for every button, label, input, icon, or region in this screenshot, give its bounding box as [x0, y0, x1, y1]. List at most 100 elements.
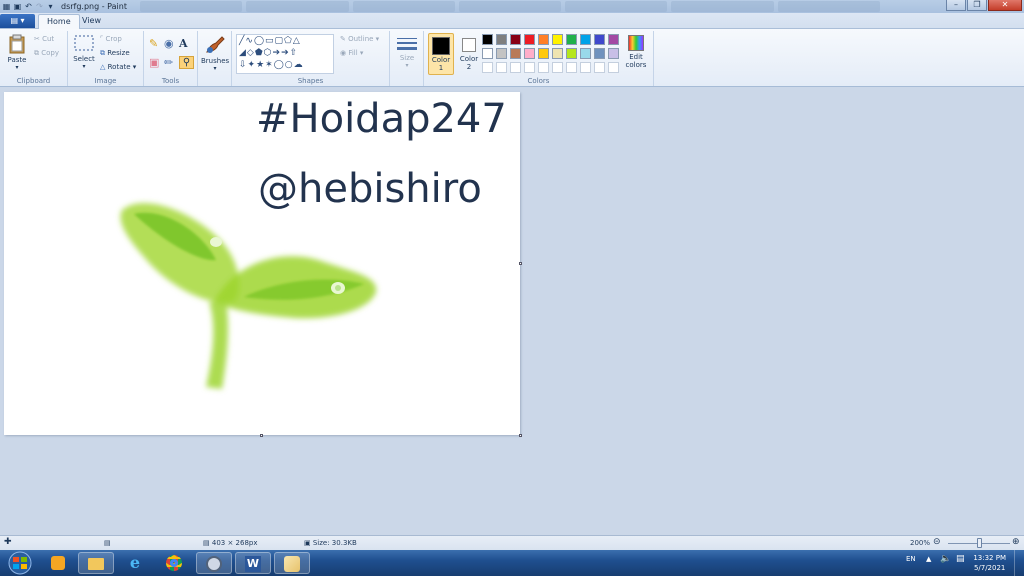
palette-swatch[interactable] — [580, 48, 591, 59]
canvas-workspace[interactable]: #Hoidap247 @hebishiro — [0, 87, 1024, 535]
taskbar-app-globe[interactable] — [196, 552, 232, 574]
color1-button[interactable]: Color 1 — [428, 33, 454, 75]
color1-swatch — [432, 37, 450, 55]
palette-swatch[interactable] — [482, 48, 493, 59]
start-button[interactable] — [2, 551, 38, 575]
palette-swatch[interactable] — [524, 48, 535, 59]
resize-button[interactable]: ⧉ Resize — [100, 49, 130, 58]
palette-swatch[interactable] — [552, 48, 563, 59]
redo-icon[interactable]: ↷ — [35, 2, 44, 11]
palette-swatch[interactable] — [552, 34, 563, 45]
canvas-resize-handle-corner[interactable] — [519, 434, 522, 437]
show-desktop-button[interactable] — [1014, 550, 1024, 576]
canvas-resize-handle-bottom[interactable] — [260, 434, 263, 437]
copy-button[interactable]: ⧉ Copy — [34, 49, 59, 58]
palette-swatch-empty[interactable] — [510, 62, 521, 73]
taskbar-internet-explorer[interactable]: e — [117, 552, 153, 574]
paint-menu-button[interactable]: ▤ ▾ — [0, 14, 35, 28]
select-button[interactable]: Select ▾ — [72, 35, 96, 70]
crop-icon: ⌜ — [100, 35, 104, 43]
palette-swatch-empty[interactable] — [566, 62, 577, 73]
zoom-in-button[interactable]: ⊕ — [1012, 537, 1020, 547]
pencil-icon[interactable]: ✎ — [149, 37, 164, 50]
palette-swatch[interactable] — [538, 48, 549, 59]
color2-button[interactable]: Color 2 — [456, 33, 482, 75]
palette-swatch[interactable] — [608, 48, 619, 59]
brush-icon — [206, 36, 225, 53]
zoom-out-button[interactable]: ⊝ — [933, 537, 941, 547]
fill-icon: ◉ — [340, 49, 347, 57]
palette-swatch-empty[interactable] — [482, 62, 493, 73]
size-button[interactable]: Size ▾ — [395, 36, 419, 69]
palette-swatch-empty[interactable] — [594, 62, 605, 73]
palette-swatch[interactable] — [566, 48, 577, 59]
palette-swatch-empty[interactable] — [552, 62, 563, 73]
palette-swatch[interactable] — [538, 34, 549, 45]
palette-swatch[interactable] — [594, 48, 605, 59]
taskbar-paint[interactable] — [274, 552, 310, 574]
palette-swatch-empty[interactable] — [538, 62, 549, 73]
palette-swatch[interactable] — [496, 48, 507, 59]
brushes-button[interactable]: Brushes ▾ — [201, 35, 229, 72]
palette-swatch[interactable] — [566, 34, 577, 45]
zoom-slider-thumb[interactable] — [977, 538, 982, 548]
canvas-resize-handle-right[interactable] — [519, 262, 522, 265]
customize-qat-icon[interactable]: ▾ — [46, 2, 55, 11]
taskbar-chrome[interactable] — [156, 552, 192, 574]
palette-swatch-empty[interactable] — [580, 62, 591, 73]
fill-dropdown[interactable]: ◉ Fill ▾ — [340, 49, 363, 57]
drawing-canvas[interactable]: #Hoidap247 @hebishiro — [4, 92, 520, 435]
taskbar-explorer[interactable] — [78, 552, 114, 574]
colors-group-label: Colors — [527, 77, 550, 85]
palette-swatch[interactable] — [524, 34, 535, 45]
palette-swatch[interactable] — [594, 34, 605, 45]
maximize-button[interactable]: ❐ — [967, 0, 987, 11]
palette-swatch[interactable] — [510, 48, 521, 59]
network-icon[interactable]: ▤ — [956, 554, 965, 564]
paint-icon — [284, 556, 300, 572]
background-windows — [140, 1, 880, 12]
color-picker-icon[interactable]: ✏ — [164, 56, 179, 69]
outline-icon: ✎ — [340, 35, 346, 43]
palette-swatch[interactable] — [608, 34, 619, 45]
tools-group-label: Tools — [161, 77, 180, 85]
save-icon[interactable]: ▣ — [13, 2, 22, 11]
clipboard-group: Paste ▾ ✂ Cut ⧉ Copy Clipboard — [0, 31, 68, 86]
eraser-icon[interactable]: ▣ — [149, 56, 164, 69]
close-button[interactable]: ✕ — [988, 0, 1022, 11]
globe-icon — [206, 556, 222, 572]
language-indicator[interactable]: EN — [906, 555, 916, 563]
paint-app-icon[interactable]: ▦ — [2, 2, 11, 11]
tab-view[interactable]: View — [74, 14, 109, 29]
window-title: dsrfg.png - Paint — [61, 2, 127, 11]
palette-swatch-empty[interactable] — [496, 62, 507, 73]
text-tool-icon[interactable]: A — [179, 37, 194, 50]
paste-button[interactable]: Paste ▾ — [4, 34, 30, 71]
cursor-position-icon: ✚ — [4, 537, 12, 547]
fill-bucket-icon[interactable]: ◉ — [164, 37, 179, 50]
volume-icon[interactable]: 🔈 — [940, 554, 951, 564]
shapes-gallery[interactable]: ╱∿◯▭▢⬠△ ◢◇⬟⬡➔➔⇧ ⇩✦★✶◯○☁ — [236, 34, 334, 74]
edit-colors-button[interactable]: Edit colors — [622, 35, 650, 69]
system-clock[interactable]: 13:32 PM 5/7/2021 — [973, 553, 1006, 573]
palette-swatch-empty[interactable] — [608, 62, 619, 73]
outline-dropdown[interactable]: ✎ Outline ▾ — [340, 35, 379, 43]
palette-swatch[interactable] — [496, 34, 507, 45]
minimize-button[interactable]: – — [946, 0, 966, 11]
show-hidden-icons[interactable]: ▲ — [926, 555, 931, 563]
title-bar: ▦ ▣ ↶ ↷ ▾ dsrfg.png - Paint – ❐ ✕ — [0, 0, 1024, 13]
crop-button[interactable]: ⌜ Crop — [100, 35, 122, 43]
palette-swatch[interactable] — [510, 34, 521, 45]
cut-button[interactable]: ✂ Cut — [34, 35, 54, 43]
undo-icon[interactable]: ↶ — [24, 2, 33, 11]
palette-swatch[interactable] — [482, 34, 493, 45]
rotate-button[interactable]: △ Rotate ▾ — [100, 63, 136, 71]
taskbar-media-player[interactable] — [40, 552, 76, 574]
palette-swatch[interactable] — [580, 34, 591, 45]
magnifier-icon[interactable]: ⚲ — [179, 56, 194, 69]
shapes-group: ╱∿◯▭▢⬠△ ◢◇⬟⬡➔➔⇧ ⇩✦★✶◯○☁ ✎ Outline ▾ ◉ Fill… — [232, 31, 390, 86]
taskbar-word[interactable]: W — [235, 552, 271, 574]
rainbow-icon — [628, 35, 644, 51]
palette-swatch-empty[interactable] — [524, 62, 535, 73]
chrome-icon — [166, 555, 182, 571]
